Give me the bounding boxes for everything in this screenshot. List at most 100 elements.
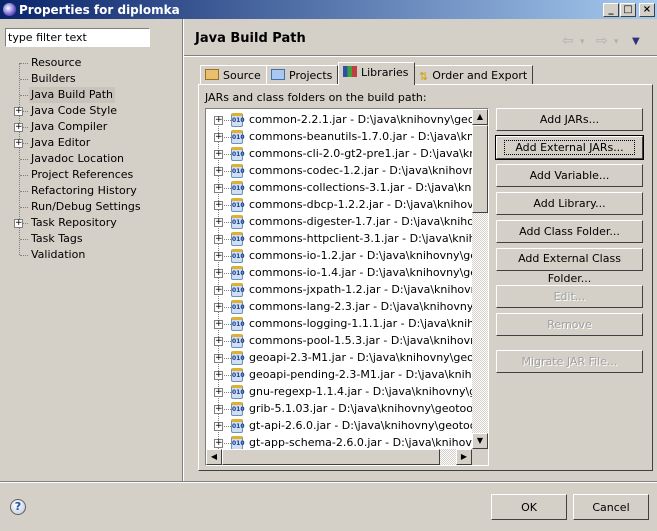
library-row[interactable]: +010 commons-io-1.2.jar - D:\java\knihovn… <box>206 248 474 265</box>
pane-divider[interactable] <box>182 19 184 481</box>
forward-dropdown-icon[interactable]: ▾ <box>614 37 619 47</box>
sidebar-item[interactable]: Java Compiler <box>29 119 109 135</box>
libraries-list[interactable]: +010 common-2.2.1.jar - D:\java\knihovny\… <box>205 108 489 466</box>
sidebar-item[interactable]: Java Editor <box>29 135 92 151</box>
expand-icon[interactable]: + <box>214 354 223 363</box>
expand-icon[interactable]: + <box>14 139 23 148</box>
expand-icon[interactable]: + <box>14 219 23 228</box>
sidebar-item[interactable]: Refactoring History <box>29 183 139 199</box>
sidebar-item[interactable]: Project References <box>29 167 135 183</box>
add-library-button[interactable]: Add Library... <box>496 192 643 215</box>
jar-icon: 010 <box>231 351 245 365</box>
library-row[interactable]: +010 gnu-regexp-1.1.4.jar - D:\java\kniho… <box>206 384 474 401</box>
cancel-button[interactable]: Cancel <box>573 494 649 520</box>
horizontal-scroll-thumb[interactable] <box>222 449 440 465</box>
expand-icon[interactable]: + <box>14 123 23 132</box>
expand-icon[interactable]: + <box>214 303 223 312</box>
forward-icon[interactable]: ⇨ <box>596 33 608 49</box>
add-variable-button[interactable]: Add Variable... <box>496 164 643 187</box>
tree-connector <box>224 358 231 359</box>
library-row[interactable]: +010 commons-io-1.4.jar - D:\java\knihovn… <box>206 265 474 282</box>
sidebar-item[interactable]: Run/Debug Settings <box>29 199 143 215</box>
header-divider <box>184 55 657 57</box>
back-icon[interactable]: ⇦ <box>562 33 574 49</box>
library-row[interactable]: +010 commons-beanutils-1.7.0.jar - D:\jav… <box>206 129 474 146</box>
expand-icon[interactable]: + <box>214 184 223 193</box>
library-row[interactable]: +010 commons-jxpath-1.2.jar - D:\java\kni… <box>206 282 474 299</box>
library-row[interactable]: +010 geoapi-2.3-M1.jar - D:\java\knihovny… <box>206 350 474 367</box>
close-button[interactable]: × <box>639 3 655 17</box>
scroll-down-button[interactable]: ▼ <box>472 433 488 449</box>
migrate-jar-button[interactable]: Migrate JAR File... <box>496 350 643 373</box>
view-menu-icon[interactable]: ▼ <box>632 36 640 47</box>
sidebar-item[interactable]: Javadoc Location <box>29 151 126 167</box>
library-row[interactable]: +010 commons-codec-1.2.jar - D:\java\knih… <box>206 163 474 180</box>
library-row[interactable]: +010 geoapi-pending-2.3-M1.jar - D:\java\… <box>206 367 474 384</box>
library-row[interactable]: +010 commons-lang-2.3.jar - D:\java\kniho… <box>206 299 474 316</box>
sidebar-item[interactable]: Task Tags <box>29 231 85 247</box>
tab-libraries[interactable]: Libraries <box>338 62 415 85</box>
add-external-class-folder-button[interactable]: Add External Class Folder... <box>496 248 643 285</box>
remove-button[interactable]: Remove <box>496 313 643 336</box>
expand-icon[interactable]: + <box>214 167 223 176</box>
expand-icon[interactable]: + <box>214 218 223 227</box>
expand-icon[interactable]: + <box>214 116 223 125</box>
library-row[interactable]: +010 commons-httpclient-3.1.jar - D:\java… <box>206 231 474 248</box>
expand-icon[interactable]: + <box>214 371 223 380</box>
library-label: gt-app-schema-2.6.0.jar - D:\java\knihov… <box>249 436 474 449</box>
expand-icon[interactable]: + <box>214 235 223 244</box>
expand-icon[interactable]: + <box>214 439 223 448</box>
add-jars-button[interactable]: Add JARs... <box>496 108 643 131</box>
jar-icon: 010 <box>231 249 245 263</box>
sidebar-item[interactable]: Java Code Style <box>29 103 119 119</box>
library-row[interactable]: +010 common-2.2.1.jar - D:\java\knihovny\… <box>206 112 474 129</box>
expand-icon[interactable]: + <box>214 252 223 261</box>
expand-icon[interactable]: + <box>214 150 223 159</box>
expand-icon[interactable]: + <box>214 388 223 397</box>
jar-icon: 010 <box>231 232 245 246</box>
library-row[interactable]: +010 commons-logging-1.1.1.jar - D:\java\… <box>206 316 474 333</box>
expand-icon[interactable]: + <box>214 337 223 346</box>
expand-icon[interactable]: + <box>214 286 223 295</box>
expand-icon[interactable]: + <box>214 269 223 278</box>
sidebar-item[interactable]: Validation <box>29 247 87 263</box>
tree-connector <box>224 239 231 240</box>
sidebar-item[interactable]: Java Build Path <box>29 87 116 103</box>
library-row[interactable]: +010 gt-api-2.6.0.jar - D:\java\knihovny\… <box>206 418 474 435</box>
expand-icon[interactable]: + <box>14 107 23 116</box>
expand-icon[interactable]: + <box>214 201 223 210</box>
sidebar-item[interactable]: Task Repository <box>29 215 119 231</box>
library-row[interactable]: +010 commons-digester-1.7.jar - D:\java\k… <box>206 214 474 231</box>
help-icon[interactable]: ? <box>10 499 26 515</box>
library-row[interactable]: +010 commons-cli-2.0-gt2-pre1.jar - D:\ja… <box>206 146 474 163</box>
jar-icon: 010 <box>231 385 245 399</box>
ok-button[interactable]: OK <box>491 494 567 520</box>
expand-icon[interactable]: + <box>214 405 223 414</box>
library-row[interactable]: +010 commons-pool-1.5.3.jar - D:\java\kni… <box>206 333 474 350</box>
back-dropdown-icon[interactable]: ▾ <box>580 37 585 47</box>
filter-input[interactable] <box>5 28 150 47</box>
vertical-scroll-thumb[interactable] <box>472 125 488 213</box>
library-row[interactable]: +010 commons-collections-3.1.jar - D:\jav… <box>206 180 474 197</box>
jar-icon: 010 <box>231 368 245 382</box>
jar-icon: 010 <box>231 436 245 450</box>
scroll-left-button[interactable]: ◀ <box>206 449 222 465</box>
sidebar-item[interactable]: Resource <box>29 55 83 71</box>
library-row[interactable]: +010 grib-5.1.03.jar - D:\java\knihovny\g… <box>206 401 474 418</box>
tab-projects[interactable]: Projects <box>266 65 339 85</box>
jar-icon: 010 <box>231 334 245 348</box>
scroll-up-button[interactable]: ▲ <box>472 109 488 125</box>
expand-icon[interactable]: + <box>214 422 223 431</box>
tab-order-export[interactable]: ⇅ Order and Export <box>414 65 534 85</box>
tab-source[interactable]: Source <box>200 65 267 85</box>
add-external-jars-button[interactable]: Add External JARs... <box>495 135 644 160</box>
library-row[interactable]: +010 commons-dbcp-1.2.2.jar - D:\java\kni… <box>206 197 474 214</box>
scroll-right-button[interactable]: ▶ <box>456 449 472 465</box>
sidebar-item[interactable]: Builders <box>29 71 78 87</box>
expand-icon[interactable]: + <box>214 320 223 329</box>
edit-button[interactable]: Edit... <box>496 285 643 308</box>
maximize-button[interactable]: □ <box>620 3 636 17</box>
expand-icon[interactable]: + <box>214 133 223 142</box>
add-class-folder-button[interactable]: Add Class Folder... <box>496 220 643 243</box>
minimize-button[interactable]: _ <box>603 3 619 17</box>
